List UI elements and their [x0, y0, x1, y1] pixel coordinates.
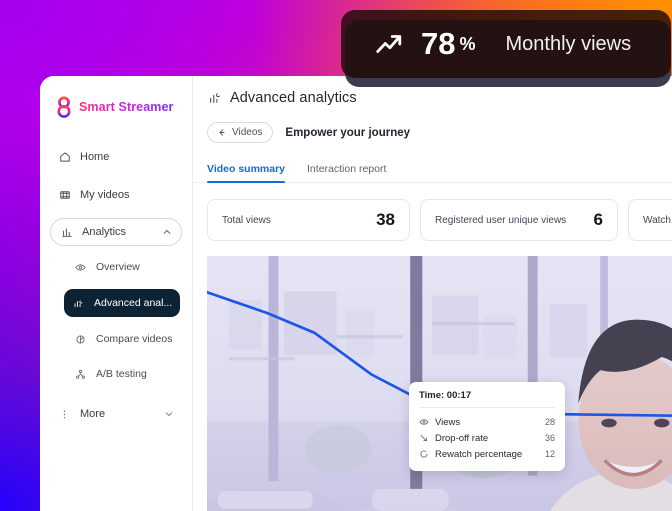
tooltip-label: Drop-off rate	[435, 432, 489, 444]
eye-icon	[419, 417, 429, 427]
screen-root: Smart Streamer Home My videos Analytics …	[0, 0, 672, 511]
hierarchy-icon	[74, 368, 87, 381]
analytics-page-icon	[207, 91, 222, 106]
badge-label: Monthly views	[505, 32, 632, 55]
tooltip-row-views: Views 28	[419, 414, 555, 430]
stat-card-watch-time[interactable]: Watch ti	[628, 199, 672, 241]
sidebar-item-overview[interactable]: Overview	[66, 254, 182, 280]
stat-card-label: Registered user unique views	[435, 214, 567, 226]
tab-video-summary[interactable]: Video summary	[207, 163, 286, 183]
journey-title: Empower your journey	[285, 126, 411, 139]
monthly-views-badge: 78 % Monthly views	[341, 10, 671, 78]
sidebar-item-label: More	[80, 408, 106, 420]
stat-card-label: Watch ti	[643, 214, 672, 226]
tooltip-label: Rewatch percentage	[435, 448, 523, 460]
sidebar-item-label: Analytics	[82, 226, 127, 238]
chevron-up-icon[interactable]	[161, 227, 172, 238]
arrow-left-icon	[216, 128, 226, 138]
tooltip-time: Time: 00:17	[419, 390, 472, 401]
sidebar-item-advanced-analytics[interactable]: Advanced anal...	[64, 289, 180, 317]
bar-chart-icon	[60, 226, 73, 239]
rewatch-icon	[419, 449, 429, 459]
stat-card-total-views[interactable]: Total views 38	[207, 199, 410, 241]
back-to-videos-button[interactable]: Videos	[207, 122, 274, 143]
trending-up-icon	[373, 28, 405, 60]
breadcrumb: Videos Empower your journey	[193, 106, 672, 143]
stat-card-label: Total views	[222, 214, 271, 226]
sidebar-nav: Home My videos Analytics Overview Advanc…	[40, 142, 192, 429]
tooltip-value: 12	[544, 449, 555, 459]
stat-card-registered-unique-views[interactable]: Registered user unique views 6	[420, 199, 618, 241]
tooltip-row-rewatch-percentage: Rewatch percentage 12	[419, 446, 555, 462]
badge-unit: %	[459, 33, 476, 54]
main-content: Advanced analytics Videos Empower your j…	[193, 76, 672, 511]
sidebar-item-my-videos[interactable]: My videos	[50, 180, 182, 210]
home-icon	[58, 151, 71, 164]
tooltip-value: 36	[544, 433, 555, 443]
brand[interactable]: Smart Streamer	[40, 90, 192, 120]
eye-icon	[74, 261, 87, 274]
sidebar-item-compare-videos[interactable]: Compare videos	[66, 326, 182, 352]
tab-label: Video summary	[207, 163, 286, 175]
chart-tooltip: Time: 00:17 Views 28 Drop-off rate 36 Re…	[409, 382, 565, 471]
back-button-label: Videos	[232, 127, 263, 138]
tooltip-divider	[419, 407, 555, 408]
tooltip-label: Views	[435, 416, 461, 428]
sidebar-item-label: Advanced anal...	[94, 297, 173, 309]
page-header: Advanced analytics	[193, 90, 672, 106]
brand-name: Smart Streamer	[79, 100, 174, 114]
sidebar-item-label: Compare videos	[96, 333, 173, 345]
compare-icon	[74, 333, 87, 346]
badge-value: 78	[421, 26, 456, 61]
analytics-advanced-icon	[72, 297, 85, 310]
app-window: Smart Streamer Home My videos Analytics …	[40, 76, 672, 511]
tooltip-value: 28	[544, 417, 555, 427]
video-icon	[58, 189, 71, 202]
chevron-down-icon[interactable]	[163, 409, 174, 420]
sidebar-item-label: My videos	[80, 189, 130, 201]
sidebar-item-label: Home	[80, 151, 110, 163]
page-title: Advanced analytics	[230, 90, 357, 106]
infinity-logo-icon	[56, 96, 72, 118]
dots-icon	[58, 408, 71, 421]
tooltip-row-drop-off-rate: Drop-off rate 36	[419, 430, 555, 446]
stat-card-row: Total views 38 Registered user unique vi…	[193, 183, 672, 241]
sidebar: Smart Streamer Home My videos Analytics …	[40, 76, 193, 511]
sidebar-item-label: A/B testing	[96, 368, 147, 380]
tab-interaction-report[interactable]: Interaction report	[307, 163, 386, 182]
sidebar-item-ab-testing[interactable]: A/B testing	[66, 361, 182, 387]
drop-off-icon	[419, 433, 429, 443]
sidebar-item-more[interactable]: More	[50, 399, 182, 429]
sidebar-subnav: Overview Advanced anal... Compare videos…	[50, 254, 182, 387]
retention-chart[interactable]: Time: 00:17 Views 28 Drop-off rate 36 Re…	[207, 256, 672, 511]
tab-bar: Video summary Interaction report	[193, 143, 672, 183]
sidebar-item-analytics[interactable]: Analytics	[50, 218, 182, 246]
stat-card-value: 6	[593, 210, 603, 229]
sidebar-item-label: Overview	[96, 261, 140, 273]
stat-card-value: 38	[376, 210, 395, 229]
sidebar-item-home[interactable]: Home	[50, 142, 182, 172]
tab-label: Interaction report	[307, 163, 387, 175]
